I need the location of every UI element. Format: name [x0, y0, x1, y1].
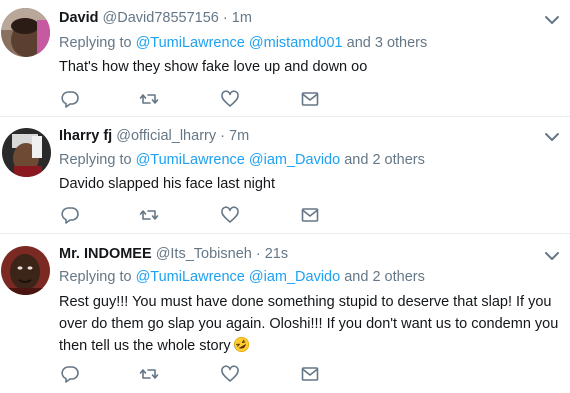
timestamp[interactable]: 21s	[265, 246, 288, 262]
avatar[interactable]	[2, 128, 51, 177]
reply-icon[interactable]	[60, 89, 80, 109]
heart-icon[interactable]	[220, 364, 240, 384]
tweet-header: Mr. INDOMEE @Its_Tobisneh · 21s	[59, 246, 288, 262]
chevron-down-icon[interactable]	[544, 14, 560, 26]
tweet-item[interactable]: David @David78557156 · 1m Replying to @T…	[0, 0, 570, 117]
mention-link[interactable]: @mistamd001	[249, 35, 343, 51]
envelope-icon[interactable]	[300, 89, 320, 109]
user-handle[interactable]: @official_lharry	[116, 128, 216, 144]
mention-link[interactable]: @TumiLawrence	[136, 152, 245, 168]
others-link[interactable]: and 2 others	[344, 269, 425, 285]
replying-prefix: Replying to	[59, 269, 132, 285]
replying-to: Replying to @TumiLawrence @iam_Davido an…	[59, 152, 425, 168]
retweet-icon[interactable]	[139, 205, 159, 225]
replying-prefix: Replying to	[59, 152, 132, 168]
others-link[interactable]: and 3 others	[347, 35, 428, 51]
tweet-item[interactable]: Iharry fj @official_lharry · 7m Replying…	[0, 117, 570, 234]
mention-link[interactable]: @iam_Davido	[249, 152, 340, 168]
chevron-down-icon[interactable]	[544, 131, 560, 143]
display-name[interactable]: Iharry fj	[59, 128, 112, 144]
display-name[interactable]: Mr. INDOMEE	[59, 246, 152, 262]
replying-to: Replying to @TumiLawrence @iam_Davido an…	[59, 269, 425, 285]
avatar[interactable]	[1, 8, 50, 57]
tweet-text-body: Rest guy!!! You must have done something…	[59, 294, 559, 354]
separator-dot: ·	[220, 128, 225, 144]
tweet-text: Davido slapped his face last night	[59, 176, 276, 192]
heart-icon[interactable]	[220, 205, 240, 225]
envelope-icon[interactable]	[300, 364, 320, 384]
display-name[interactable]: David	[59, 10, 99, 26]
tweet-actions	[59, 364, 359, 384]
retweet-icon[interactable]	[139, 364, 159, 384]
tweet-text: Rest guy!!! You must have done something…	[59, 291, 564, 357]
rolling-on-floor-laughing-emoji-icon	[233, 336, 249, 353]
mention-link[interactable]: @iam_Davido	[249, 269, 340, 285]
replying-to: Replying to @TumiLawrence @mistamd001 an…	[59, 35, 427, 51]
replying-prefix: Replying to	[59, 35, 132, 51]
reply-icon[interactable]	[60, 205, 80, 225]
retweet-icon[interactable]	[139, 89, 159, 109]
avatar[interactable]	[1, 246, 50, 295]
user-handle[interactable]: @David78557156	[103, 10, 219, 26]
chevron-down-icon[interactable]	[544, 250, 560, 262]
tweet-actions	[59, 89, 359, 109]
tweet-header: David @David78557156 · 1m	[59, 10, 252, 26]
timestamp[interactable]: 7m	[229, 128, 249, 144]
separator-dot: ·	[222, 10, 228, 26]
others-link[interactable]: and 2 others	[344, 152, 425, 168]
tweet-header: Iharry fj @official_lharry · 7m	[59, 128, 249, 144]
mention-link[interactable]: @TumiLawrence	[136, 269, 245, 285]
tweet-item[interactable]: Mr. INDOMEE @Its_Tobisneh · 21s Replying…	[0, 234, 570, 393]
reply-icon[interactable]	[60, 364, 80, 384]
user-handle[interactable]: @Its_Tobisneh	[156, 246, 252, 262]
tweet-actions	[59, 205, 359, 225]
heart-icon[interactable]	[220, 89, 240, 109]
tweet-text: That's how they show fake love up and do…	[59, 59, 368, 75]
separator-dot: ·	[255, 246, 261, 262]
mention-link[interactable]: @TumiLawrence	[136, 35, 245, 51]
envelope-icon[interactable]	[300, 205, 320, 225]
timestamp[interactable]: 1m	[232, 10, 252, 26]
